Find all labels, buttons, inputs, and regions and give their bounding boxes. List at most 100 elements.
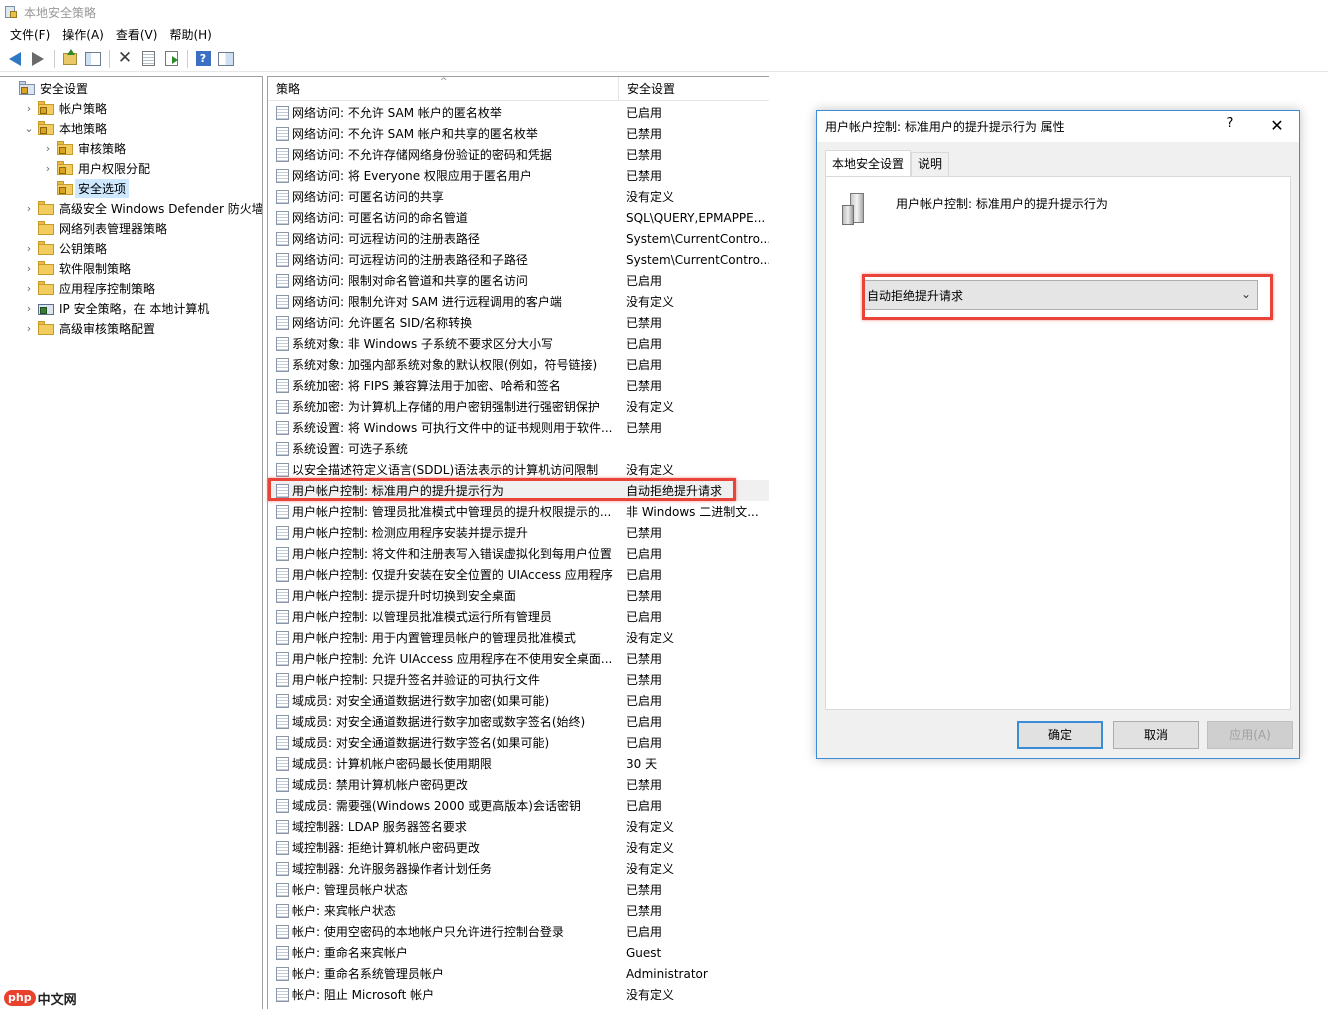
table-row[interactable]: 网络访问: 可远程访问的注册表路径和子路径 System\CurrentContr…: [268, 249, 769, 270]
folder-icon: [38, 221, 54, 235]
cancel-button[interactable]: 取消: [1113, 721, 1199, 749]
back-icon[interactable]: [4, 48, 26, 70]
table-row[interactable]: 帐户: 来宾帐户状态 已禁用: [268, 900, 769, 921]
tree-item[interactable]: › 高级安全 Windows Defender 防火墙: [23, 198, 262, 218]
ok-button[interactable]: 确定: [1017, 721, 1103, 749]
table-row[interactable]: 系统设置: 可选子系统: [268, 438, 769, 459]
policy-setting: 已禁用: [626, 589, 663, 603]
table-row[interactable]: 用户帐户控制: 仅提升安装在安全位置的 UIAccess 应用程序 已启用: [268, 564, 769, 585]
policy-setting: 已禁用: [626, 316, 663, 330]
close-icon[interactable]: ✕: [1265, 114, 1289, 138]
tree-item[interactable]: › 公钥策略: [23, 238, 110, 258]
chevron-right-icon[interactable]: ›: [23, 282, 35, 295]
tree-item[interactable]: › IP 安全策略，在 本地计算机: [23, 298, 212, 318]
table-row[interactable]: 用户帐户控制: 管理员批准模式中管理员的提升权限提示的... 非 Windows …: [268, 501, 769, 522]
up-folder-icon[interactable]: [59, 48, 81, 70]
tree-item[interactable]: 安全设置: [4, 78, 91, 98]
table-row[interactable]: 用户帐户控制: 提示提升时切换到安全桌面 已禁用: [268, 585, 769, 606]
table-row[interactable]: 帐户: 管理员帐户状态 已禁用: [268, 879, 769, 900]
chevron-down-icon[interactable]: ⌄: [23, 122, 35, 135]
table-row[interactable]: 域控制器: 拒绝计算机帐户密码更改 没有定义: [268, 837, 769, 858]
chevron-right-icon[interactable]: ›: [23, 262, 35, 275]
table-row[interactable]: 用户帐户控制: 只提升签名并验证的可执行文件 已禁用: [268, 669, 769, 690]
apply-button[interactable]: 应用(A): [1207, 721, 1293, 749]
table-row[interactable]: 网络访问: 不允许 SAM 帐户和共享的匿名枚举 已禁用: [268, 123, 769, 144]
table-row[interactable]: 用户帐户控制: 用于内置管理员帐户的管理员批准模式 没有定义: [268, 627, 769, 648]
table-row[interactable]: 系统加密: 将 FIPS 兼容算法用于加密、哈希和签名 已禁用: [268, 375, 769, 396]
policy-name: 系统加密: 为计算机上存储的用户密钥强制进行强密钥保护: [292, 400, 600, 414]
tab-local-security-setting[interactable]: 本地安全设置: [825, 150, 912, 176]
tree-item[interactable]: 网络列表管理器策略: [23, 218, 170, 238]
table-row[interactable]: 网络访问: 可匿名访问的命名管道 SQL\QUERY,EPMAPPE...: [268, 207, 769, 228]
table-row[interactable]: 用户帐户控制: 允许 UIAccess 应用程序在不使用安全桌面... 已禁用: [268, 648, 769, 669]
column-header-policy[interactable]: 策略: [268, 77, 619, 101]
tree-item[interactable]: › 审核策略: [42, 138, 129, 158]
column-header-setting[interactable]: 安全设置: [619, 77, 769, 101]
table-row[interactable]: 系统设置: 将 Windows 可执行文件中的证书规则用于软件... 已禁用: [268, 417, 769, 438]
table-row[interactable]: 域成员: 计算机帐户密码最长使用期限 30 天: [268, 753, 769, 774]
chevron-right-icon[interactable]: ›: [23, 102, 35, 115]
table-row[interactable]: 域成员: 禁用计算机帐户密码更改 已禁用: [268, 774, 769, 795]
chevron-right-icon[interactable]: ›: [23, 322, 35, 335]
table-row[interactable]: 域控制器: LDAP 服务器签名要求 没有定义: [268, 816, 769, 837]
table-row[interactable]: 帐户: 使用空密码的本地帐户只允许进行控制台登录 已启用: [268, 921, 769, 942]
chevron-right-icon[interactable]: ›: [23, 242, 35, 255]
table-row[interactable]: 帐户: 重命名系统管理员帐户 Administrator: [268, 963, 769, 984]
tree-item[interactable]: › 用户权限分配: [42, 158, 153, 178]
menu-file[interactable]: 文件(F): [4, 25, 56, 45]
table-row[interactable]: 域控制器: 允许服务器操作者计划任务 没有定义: [268, 858, 769, 879]
table-row[interactable]: 网络访问: 限制对命名管道和共享的匿名访问 已启用: [268, 270, 769, 291]
table-row[interactable]: 网络访问: 不允许存储网络身份验证的密码和凭据 已禁用: [268, 144, 769, 165]
menu-action[interactable]: 操作(A): [56, 25, 110, 45]
table-row[interactable]: 网络访问: 可匿名访问的共享 没有定义: [268, 186, 769, 207]
table-row[interactable]: 以安全描述符定义语言(SDDL)语法表示的计算机访问限制 没有定义: [268, 459, 769, 480]
export-list-icon[interactable]: [160, 48, 182, 70]
table-row[interactable]: 域成员: 对安全通道数据进行数字加密或数字签名(始终) 已启用: [268, 711, 769, 732]
table-row[interactable]: 域成员: 需要强(Windows 2000 或更高版本)会话密钥 已启用: [268, 795, 769, 816]
table-row[interactable]: 域成员: 对安全通道数据进行数字加密(如果可能) 已启用: [268, 690, 769, 711]
policy-name: 用户帐户控制: 只提升签名并验证的可执行文件: [292, 673, 540, 687]
properties-icon[interactable]: [137, 48, 159, 70]
tree-item[interactable]: 安全选项: [42, 178, 130, 198]
tab-explain[interactable]: 说明: [911, 152, 950, 176]
tree-item-label: 网络列表管理器策略: [59, 221, 168, 236]
table-row[interactable]: 系统对象: 加强内部系统对象的默认权限(例如，符号链接) 已启用: [268, 354, 769, 375]
tree-item[interactable]: › 帐户策略: [23, 98, 110, 118]
table-row[interactable]: 用户帐户控制: 检测应用程序安装并提示提升 已禁用: [268, 522, 769, 543]
table-row[interactable]: 帐户: 重命名来宾帐户 Guest: [268, 942, 769, 963]
help-question-button[interactable]: ?: [1220, 116, 1240, 136]
table-row[interactable]: 网络访问: 将 Everyone 权限应用于匿名用户 已禁用: [268, 165, 769, 186]
menu-help[interactable]: 帮助(H): [163, 25, 217, 45]
tree-item[interactable]: › 高级审核策略配置: [23, 318, 158, 338]
table-row[interactable]: 网络访问: 限制允许对 SAM 进行远程调用的客户端 没有定义: [268, 291, 769, 312]
chevron-right-icon[interactable]: ›: [23, 302, 35, 315]
chevron-right-icon[interactable]: ›: [42, 162, 54, 175]
forward-icon[interactable]: [27, 48, 49, 70]
help-icon[interactable]: ?: [192, 48, 214, 70]
table-row[interactable]: 网络访问: 不允许 SAM 帐户的匿名枚举 已启用: [268, 102, 769, 123]
policy-name: 域成员: 禁用计算机帐户密码更改: [292, 778, 468, 792]
tree-item[interactable]: ⌄ 本地策略: [23, 118, 110, 138]
table-row[interactable]: 帐户: 阻止 Microsoft 帐户 没有定义: [268, 984, 769, 1005]
policy-name: 帐户: 来宾帐户状态: [292, 904, 396, 918]
tree-item[interactable]: › 应用程序控制策略: [23, 278, 158, 298]
table-row[interactable]: 系统对象: 非 Windows 子系统不要求区分大小写 已启用: [268, 333, 769, 354]
table-row[interactable]: 系统加密: 为计算机上存储的用户密钥强制进行强密钥保护 没有定义: [268, 396, 769, 417]
show-tree-icon[interactable]: [82, 48, 104, 70]
policy-icon: [276, 693, 289, 708]
action-pane-icon[interactable]: [215, 48, 237, 70]
chevron-right-icon[interactable]: ›: [23, 202, 35, 215]
delete-icon[interactable]: ✕: [114, 48, 136, 70]
policy-icon: [276, 168, 289, 183]
table-row[interactable]: 域成员: 对安全通道数据进行数字签名(如果可能) 已启用: [268, 732, 769, 753]
policy-name: 用户帐户控制: 仅提升安装在安全位置的 UIAccess 应用程序: [292, 568, 613, 582]
table-row[interactable]: 网络访问: 可远程访问的注册表路径 System\CurrentContro...: [268, 228, 769, 249]
table-row[interactable]: 用户帐户控制: 以管理员批准模式运行所有管理员 已启用: [268, 606, 769, 627]
chevron-right-icon[interactable]: ›: [42, 142, 54, 155]
table-row[interactable]: 用户帐户控制: 将文件和注册表写入错误虚拟化到每用户位置 已启用: [268, 543, 769, 564]
tree-item[interactable]: › 软件限制策略: [23, 258, 134, 278]
menu-view[interactable]: 查看(V): [110, 25, 164, 45]
policy-setting: 没有定义: [626, 631, 675, 645]
table-row[interactable]: 网络访问: 允许匿名 SID/名称转换 已禁用: [268, 312, 769, 333]
policy-setting: Administrator: [626, 966, 708, 981]
